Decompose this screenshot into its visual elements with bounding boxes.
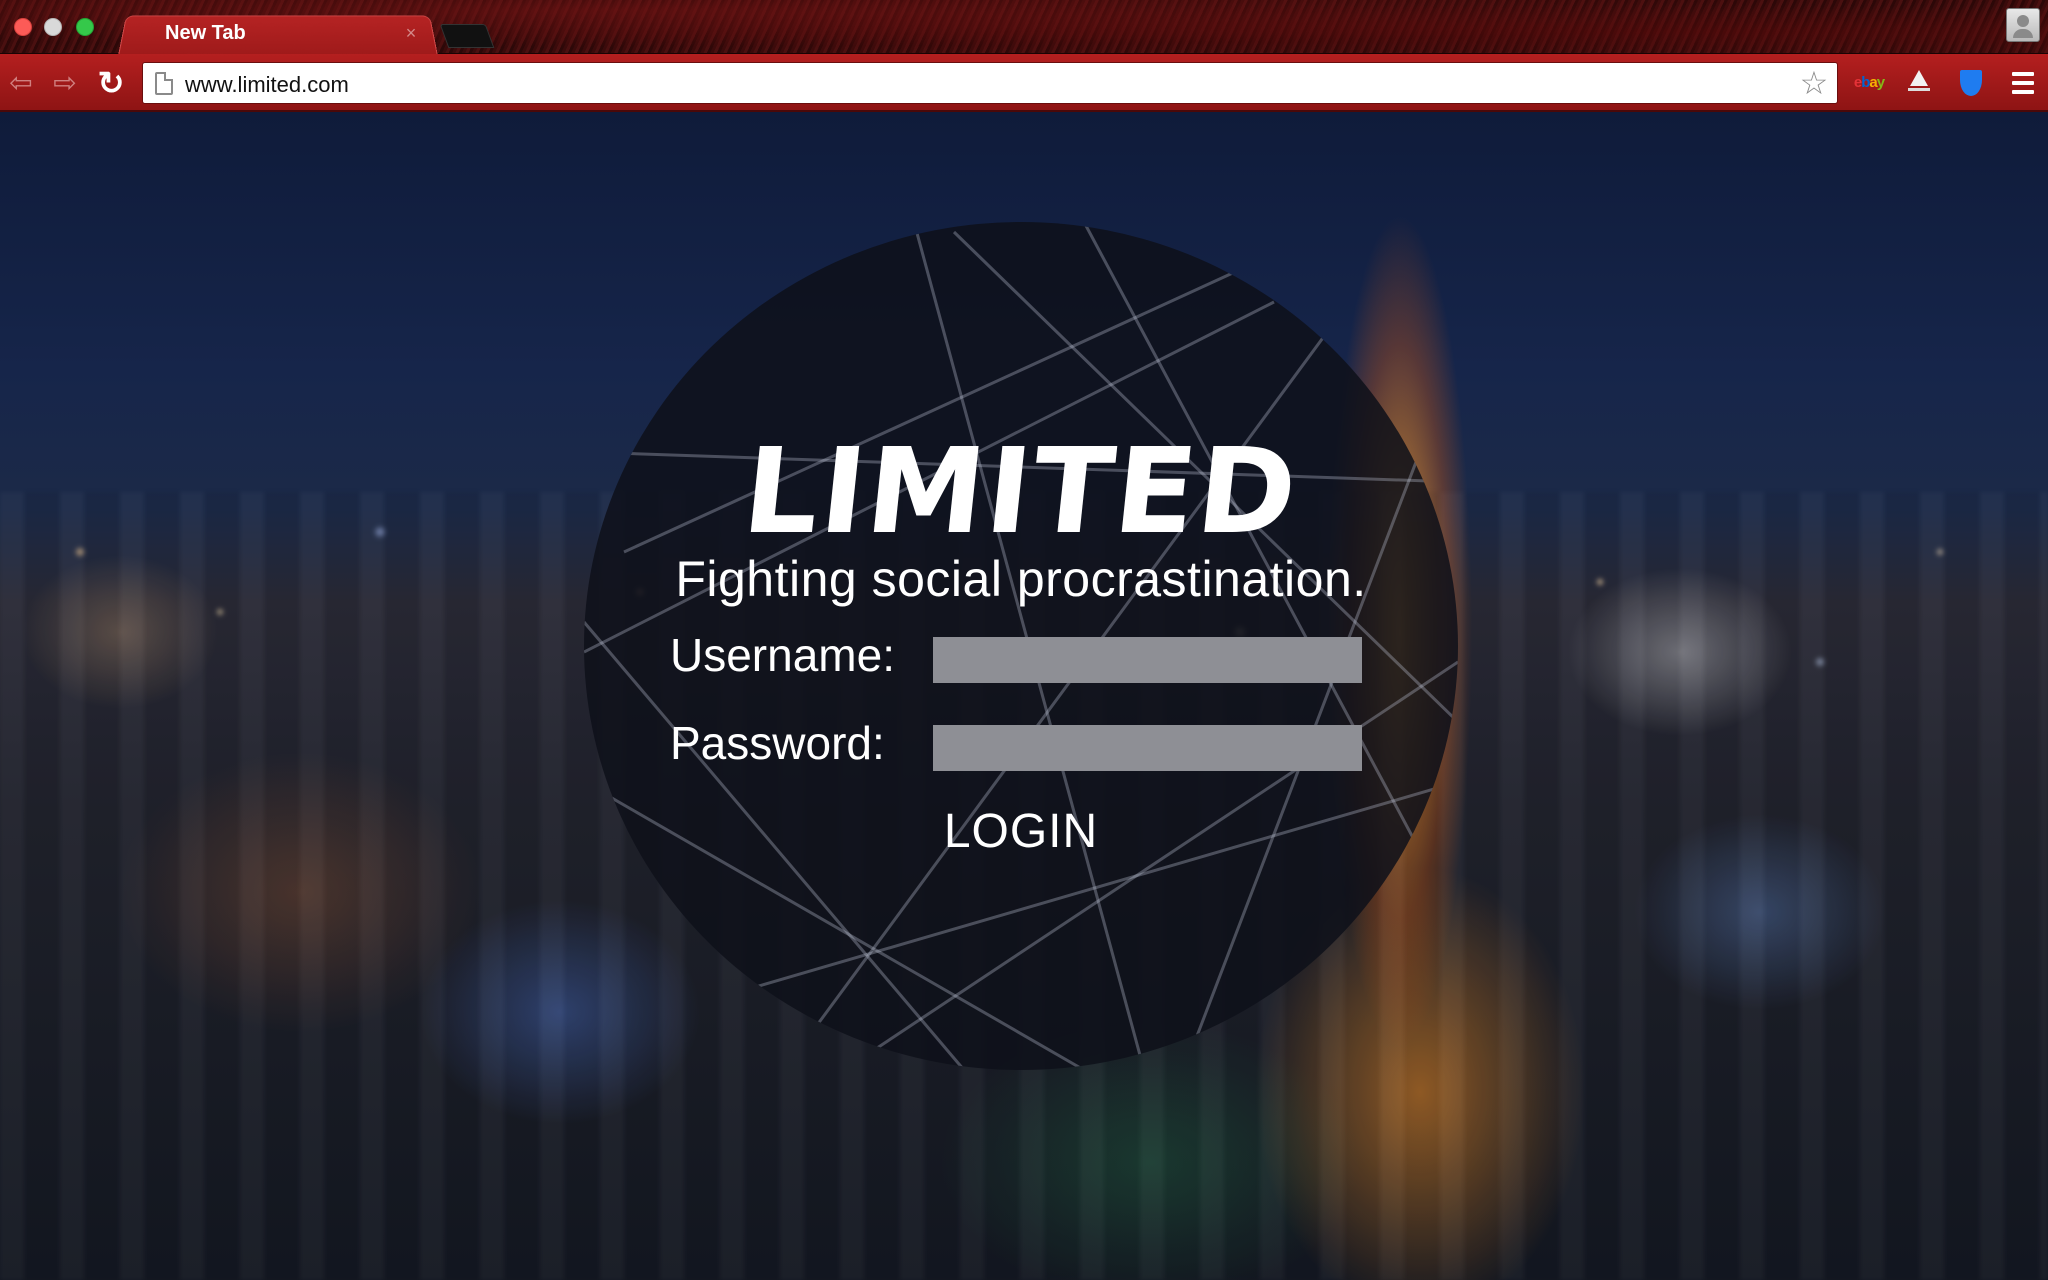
shield-extension-icon[interactable]: [1954, 66, 1988, 100]
window-minimize-button[interactable]: [44, 18, 62, 36]
username-input[interactable]: [933, 637, 1362, 683]
window-maximize-button[interactable]: [76, 18, 94, 36]
back-arrow-icon[interactable]: ⇦: [4, 66, 38, 100]
new-tab-button[interactable]: [439, 24, 495, 48]
url-text[interactable]: www.limited.com: [185, 72, 349, 98]
menu-icon[interactable]: [2006, 66, 2040, 100]
window-close-button[interactable]: [14, 18, 32, 36]
reload-icon[interactable]: ↻: [94, 66, 128, 100]
tagline: Fighting social procrastination.: [675, 551, 1367, 607]
browser-titlebar: New Tab ×: [0, 0, 2048, 56]
warning-extension-icon[interactable]: [1902, 66, 1936, 100]
login-panel: LIMITED Fighting social procrastination.…: [584, 222, 1458, 1070]
forward-arrow-icon[interactable]: ⇨: [48, 66, 82, 100]
page-background: LIMITED Fighting social procrastination.…: [0, 112, 2048, 1280]
page-icon: [155, 72, 173, 95]
ebay-extension-icon[interactable]: ebay: [1852, 66, 1886, 100]
password-label: Password:: [670, 717, 885, 769]
login-button[interactable]: LOGIN: [584, 804, 1458, 859]
password-input[interactable]: [933, 725, 1362, 771]
address-bar[interactable]: www.limited.com ☆: [142, 62, 1838, 104]
username-label: Username:: [670, 629, 895, 681]
browser-toolbar: ⇦ ⇨ ↻ www.limited.com ☆ ebay: [0, 54, 2048, 112]
bookmark-star-icon[interactable]: ☆: [1797, 66, 1831, 100]
tab-close-icon[interactable]: ×: [402, 24, 420, 42]
limited-logo: LIMITED: [736, 422, 1305, 560]
profile-icon[interactable]: [2006, 8, 2040, 42]
tab-title[interactable]: New Tab: [165, 22, 246, 45]
